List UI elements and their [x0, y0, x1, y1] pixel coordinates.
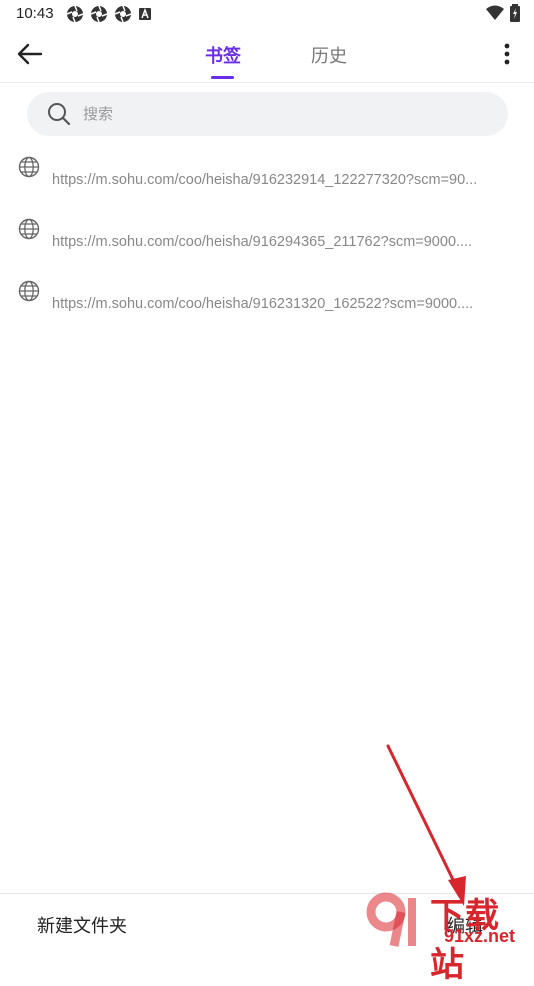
notification-icons	[66, 5, 152, 23]
status-bar: 10:43	[0, 0, 534, 28]
aperture-icon	[114, 5, 132, 23]
watermark-subtitle: 91xz.net	[444, 926, 516, 946]
system-icons	[486, 4, 520, 22]
top-app-bar: 书签 历史	[0, 28, 534, 83]
back-arrow-icon	[17, 43, 43, 65]
aperture-icon	[90, 5, 108, 23]
search-bar[interactable]	[27, 92, 508, 136]
bookmark-url: https://m.sohu.com/coo/heisha/916294365_…	[52, 234, 473, 250]
search-input[interactable]	[81, 104, 485, 124]
status-time: 10:43	[16, 5, 54, 22]
watermark: 下载站 91xz.net	[364, 888, 534, 984]
active-tab-indicator	[211, 76, 234, 79]
more-options-button[interactable]	[502, 42, 512, 68]
more-vertical-icon	[504, 43, 510, 65]
aperture-icon	[66, 5, 84, 23]
bookmark-url: https://m.sohu.com/coo/heisha/916232914_…	[52, 172, 478, 188]
tab-bookmarks[interactable]: 书签	[205, 42, 241, 68]
battery-charging-icon	[510, 4, 520, 22]
search-icon	[48, 103, 71, 126]
bookmark-url: https://m.sohu.com/coo/heisha/916231320_…	[52, 296, 474, 312]
globe-icon	[18, 280, 40, 302]
bookmark-item[interactable]: https://m.sohu.com/coo/heisha/916294365_…	[0, 212, 534, 274]
new-folder-button[interactable]: 新建文件夹	[37, 912, 127, 938]
wifi-icon	[486, 5, 504, 20]
tab-history[interactable]: 历史	[311, 42, 347, 68]
back-button[interactable]	[16, 40, 48, 70]
globe-icon	[18, 218, 40, 240]
watermark-logo-icon	[366, 892, 416, 947]
bookmark-item[interactable]: https://m.sohu.com/coo/heisha/916231320_…	[0, 274, 534, 336]
keyboard-a-icon	[139, 7, 151, 20]
bookmark-list: https://m.sohu.com/coo/heisha/916232914_…	[0, 150, 534, 336]
globe-icon	[18, 156, 40, 178]
bookmark-item[interactable]: https://m.sohu.com/coo/heisha/916232914_…	[0, 150, 534, 212]
annotation-arrow-icon	[386, 744, 466, 906]
